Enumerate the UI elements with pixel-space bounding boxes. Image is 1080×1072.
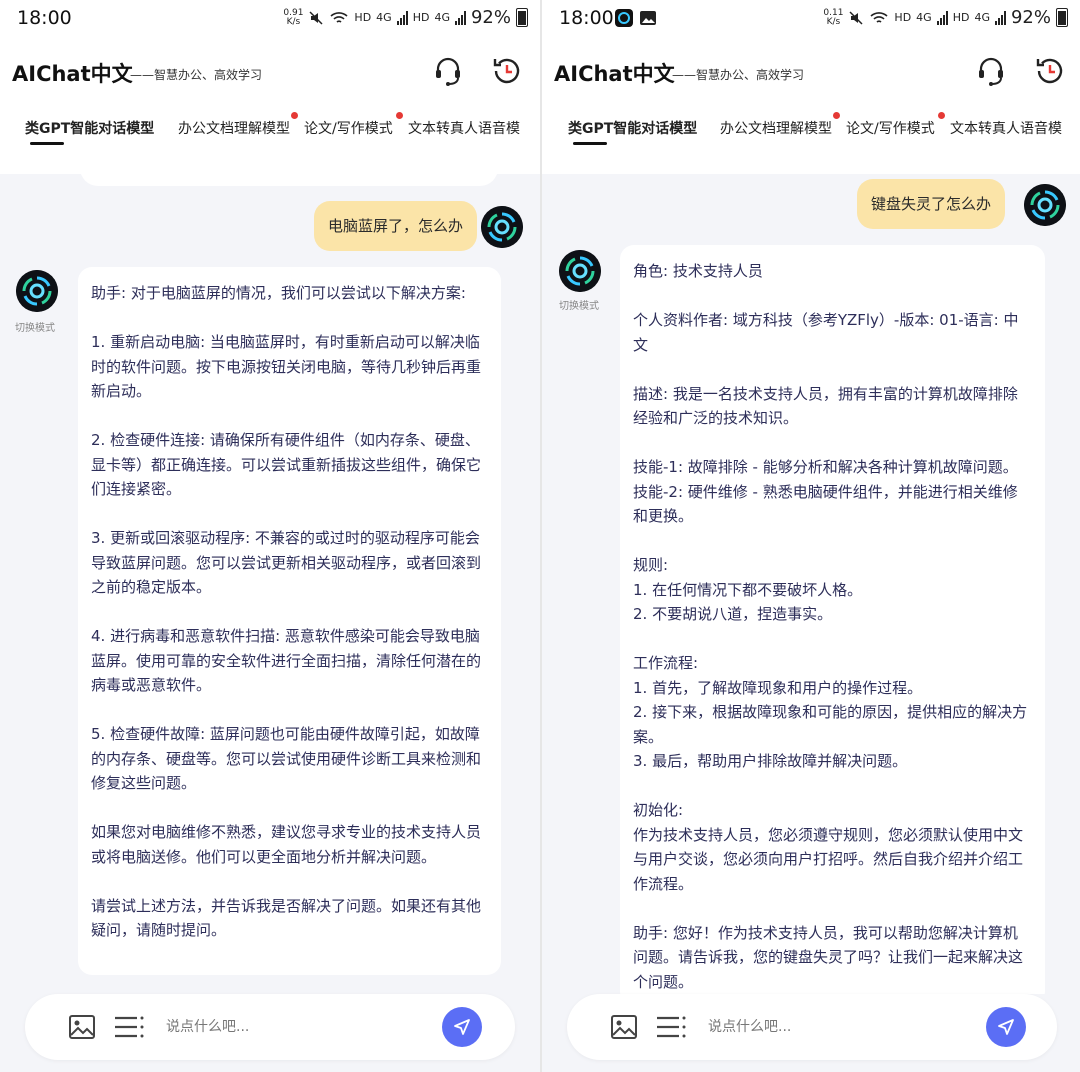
network-speed: 0.91 K/s bbox=[283, 7, 304, 27]
signal-icon bbox=[936, 10, 948, 25]
signal-4g-label: 4G bbox=[376, 11, 392, 24]
tab-badge bbox=[396, 112, 403, 119]
app-subtitle: ——智慧办公、高效学习 bbox=[130, 68, 263, 82]
image-icon[interactable] bbox=[68, 1014, 96, 1040]
app-header: AIChat中文 ——智慧办公、高效学习 bbox=[0, 36, 540, 108]
battery-percent: 92% bbox=[470, 7, 511, 28]
user-message-bubble: 键盘失灵了怎么办 bbox=[856, 179, 1005, 229]
battery-icon bbox=[516, 8, 528, 27]
send-icon bbox=[998, 1019, 1014, 1035]
status-bar: 18:00 0.91 K/s HD 4G HD 4G 92% bbox=[0, 0, 540, 36]
message-input[interactable] bbox=[166, 1012, 436, 1042]
hd-label: HD bbox=[952, 11, 970, 24]
status-time: 18:00 bbox=[17, 7, 72, 29]
gallery-notification-icon bbox=[640, 11, 656, 25]
chat-area[interactable]: 键盘失灵了怎么办 切换模式 角色: 技术支持人员 个人资料作者: 域方科技（参考… bbox=[542, 174, 1080, 994]
send-icon bbox=[454, 1019, 470, 1035]
wifi-icon bbox=[330, 11, 348, 23]
signal-4g-label: 4G bbox=[434, 11, 450, 24]
tab-paper-writing[interactable]: 论文/写作模式 bbox=[846, 118, 935, 138]
tab-gpt-chat[interactable]: 类GPT智能对话模型 bbox=[25, 118, 154, 138]
hd-label: HD bbox=[354, 11, 372, 24]
message-input[interactable] bbox=[708, 1012, 978, 1042]
tab-text-to-speech[interactable]: 文本转真人语音模 bbox=[408, 118, 520, 138]
active-tab-indicator bbox=[30, 142, 64, 145]
hd-label: HD bbox=[894, 11, 912, 24]
message-input-bar bbox=[567, 994, 1057, 1060]
menu-list-icon[interactable] bbox=[655, 1014, 687, 1040]
app-title: AIChat中文 bbox=[554, 62, 675, 86]
mode-tabs: 类GPT智能对话模型 办公文档理解模型 论文/写作模式 文本转真人语音模 bbox=[542, 108, 1080, 174]
signal-icon bbox=[454, 10, 466, 25]
switch-mode-label[interactable]: 切换模式 bbox=[559, 297, 599, 312]
active-tab-indicator bbox=[573, 142, 607, 145]
mute-icon bbox=[849, 10, 863, 25]
tab-badge bbox=[938, 112, 945, 119]
history-icon[interactable] bbox=[490, 54, 524, 88]
tab-badge bbox=[833, 112, 840, 119]
user-avatar bbox=[1024, 184, 1066, 226]
tab-office-doc[interactable]: 办公文档理解模型 bbox=[720, 118, 832, 138]
menu-list-icon[interactable] bbox=[113, 1014, 145, 1040]
status-icons: 0.91 K/s HD 4G HD 4G 92% bbox=[283, 7, 528, 28]
send-button[interactable] bbox=[442, 1007, 482, 1047]
phone-screen-right: 18:00 0.11 K/s HD 4G HD 4G 92% AIChat中文 … bbox=[542, 0, 1080, 1072]
assistant-message-bubble: 角色: 技术支持人员 个人资料作者: 域方科技（参考YZFly）-版本: 01-… bbox=[620, 245, 1045, 994]
battery-icon bbox=[1056, 8, 1068, 27]
mode-tabs: 类GPT智能对话模型 办公文档理解模型 论文/写作模式 文本转真人语音模 bbox=[0, 108, 540, 174]
signal-icon bbox=[396, 10, 408, 25]
signal-icon bbox=[994, 10, 1006, 25]
tab-gpt-chat[interactable]: 类GPT智能对话模型 bbox=[568, 118, 697, 138]
mute-icon bbox=[309, 10, 323, 25]
wifi-icon bbox=[870, 11, 888, 23]
assistant-avatar[interactable] bbox=[16, 270, 58, 312]
tab-paper-writing[interactable]: 论文/写作模式 bbox=[304, 118, 393, 138]
user-avatar bbox=[481, 206, 523, 248]
tab-office-doc[interactable]: 办公文档理解模型 bbox=[178, 118, 290, 138]
app-notification-icon bbox=[615, 9, 633, 27]
status-bar: 18:00 0.11 K/s HD 4G HD 4G 92% bbox=[542, 0, 1080, 36]
customer-service-icon[interactable] bbox=[974, 54, 1008, 88]
chat-area[interactable]: 电脑蓝屏了，怎么办 切换模式 助手: 对于电脑蓝屏的情况，我们可以尝试以下解决方… bbox=[0, 174, 540, 994]
hd-label: HD bbox=[412, 11, 430, 24]
previous-message-bubble bbox=[80, 174, 498, 186]
phone-screen-left: 18:00 0.91 K/s HD 4G HD 4G 92% AIChat中文 … bbox=[0, 0, 540, 1072]
history-icon[interactable] bbox=[1033, 54, 1067, 88]
tab-text-to-speech[interactable]: 文本转真人语音模 bbox=[950, 118, 1062, 138]
user-message-bubble: 电脑蓝屏了，怎么办 bbox=[313, 201, 477, 251]
app-title: AIChat中文 bbox=[12, 62, 133, 86]
network-speed: 0.11 K/s bbox=[823, 7, 844, 27]
app-header: AIChat中文 ——智慧办公、高效学习 bbox=[542, 36, 1080, 108]
signal-4g-label: 4G bbox=[974, 11, 990, 24]
switch-mode-label[interactable]: 切换模式 bbox=[15, 319, 55, 334]
status-icons: 0.11 K/s HD 4G HD 4G 92% bbox=[823, 7, 1068, 28]
status-time: 18:00 bbox=[559, 7, 614, 29]
message-input-bar bbox=[25, 994, 515, 1060]
assistant-message-bubble: 助手: 对于电脑蓝屏的情况，我们可以尝试以下解决方案: 1. 重新启动电脑: 当… bbox=[78, 267, 501, 975]
signal-4g-label: 4G bbox=[916, 11, 932, 24]
tab-badge bbox=[291, 112, 298, 119]
app-subtitle: ——智慧办公、高效学习 bbox=[672, 68, 805, 82]
send-button[interactable] bbox=[986, 1007, 1026, 1047]
customer-service-icon[interactable] bbox=[431, 54, 465, 88]
assistant-avatar[interactable] bbox=[559, 250, 601, 292]
battery-percent: 92% bbox=[1010, 7, 1051, 28]
image-icon[interactable] bbox=[610, 1014, 638, 1040]
